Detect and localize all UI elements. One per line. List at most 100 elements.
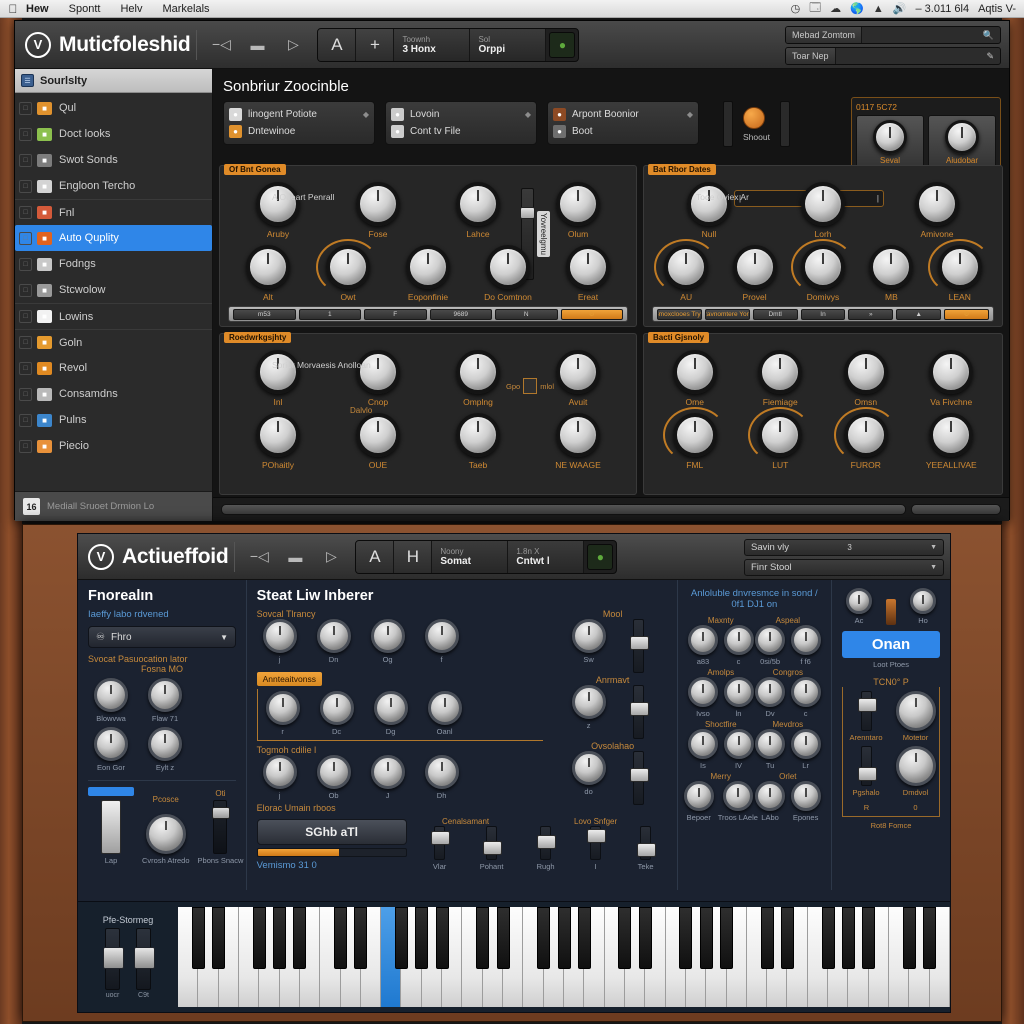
sidebar-item-3[interactable]: □ ■ Engloon Tercho: [15, 173, 212, 199]
black-key-22[interactable]: [638, 907, 652, 969]
snap-button[interactable]: H: [394, 540, 433, 573]
knob-cell-0[interactable]: a83: [687, 625, 719, 666]
knob[interactable]: [262, 619, 297, 653]
knob-cell-1[interactable]: LUT: [748, 407, 813, 470]
tempo-display[interactable]: Toownh 3 Honx: [394, 28, 471, 61]
black-key-18[interactable]: [557, 907, 571, 969]
black-key-35[interactable]: [902, 907, 916, 969]
knob-cell-1[interactable]: Cnop: [348, 350, 408, 407]
knob[interactable]: [427, 691, 462, 725]
knob[interactable]: [424, 755, 459, 789]
slot-track[interactable]: [537, 826, 557, 860]
knob-cell-1[interactable]: Owt: [316, 239, 380, 302]
toggle-switch[interactable]: [523, 378, 538, 394]
knob-cell-1[interactable]: Lorh: [793, 182, 853, 239]
strip-button-0[interactable]: Bmoxclooes Tryrf: [657, 308, 702, 320]
sidebar-footer[interactable]: 16 Mediall Sruoet Drmion Lo: [15, 491, 212, 521]
output-knob[interactable]: [895, 691, 936, 731]
knob[interactable]: [672, 413, 717, 457]
search-icon[interactable]: 🔍: [977, 30, 1000, 41]
knob-cell-0[interactable]: Tu: [754, 729, 786, 770]
slot-cap[interactable]: [857, 698, 877, 712]
knob[interactable]: [424, 619, 459, 653]
automation-button[interactable]: A: [318, 28, 357, 61]
knob[interactable]: [929, 413, 974, 457]
chevron-down-icon[interactable]: ▼: [930, 564, 937, 571]
knob[interactable]: [246, 245, 290, 289]
menu-item-2[interactable]: Helv: [120, 3, 142, 15]
black-key-19[interactable]: [577, 907, 591, 969]
dropbox-icon[interactable]: ▲: [873, 3, 884, 15]
link-icon[interactable]: −◁: [203, 36, 239, 53]
knob-cell-2-3[interactable]: Dh: [419, 755, 465, 800]
black-key-25[interactable]: [699, 907, 713, 969]
card-0[interactable]: ● linogent Potiote ◆ ● Dntewinoe: [223, 101, 375, 145]
card-row-1[interactable]: ● Cont tv File: [391, 123, 531, 140]
orb-control[interactable]: Shoout: [743, 106, 770, 142]
black-key-36[interactable]: [923, 907, 937, 969]
knob-cell-3[interactable]: Avuit: [548, 350, 608, 407]
knob[interactable]: [937, 245, 982, 289]
knob-cell-1[interactable]: Fiemiage: [750, 350, 810, 407]
pen-icon[interactable]: ✎: [980, 51, 1000, 62]
strip-button-5[interactable]: ▲: [896, 308, 942, 320]
master-knob[interactable]: [145, 814, 186, 854]
knob[interactable]: [316, 619, 351, 653]
knob[interactable]: [755, 677, 786, 707]
knob-cell-0[interactable]: Null: [679, 182, 739, 239]
knob-cell-0-1[interactable]: Dn: [311, 619, 357, 664]
horizontal-scrollbar-secondary[interactable]: [911, 504, 1001, 515]
knob[interactable]: [256, 182, 300, 226]
slot-fader[interactable]: Teke: [625, 826, 667, 871]
slider-icon[interactable]: ▬: [239, 37, 275, 53]
knob-cell-2[interactable]: FUROR: [833, 407, 898, 470]
knob[interactable]: [356, 350, 400, 394]
knob-cell-2-2[interactable]: J: [365, 755, 411, 800]
knob-cell-2[interactable]: Eoponfinie: [398, 245, 458, 302]
knob-cell-1[interactable]: Provel: [725, 245, 785, 302]
knob[interactable]: [790, 677, 821, 707]
mod-wheel[interactable]: [134, 928, 155, 990]
knob[interactable]: [732, 245, 777, 289]
knob-cell-0[interactable]: 0si/5b: [754, 625, 786, 666]
knob[interactable]: [326, 245, 370, 289]
knob[interactable]: [758, 350, 803, 394]
knob-cell[interactable]: Ac: [842, 588, 876, 625]
clock-icon[interactable]: ◷: [791, 2, 801, 15]
black-key-5[interactable]: [293, 907, 307, 969]
black-key-29[interactable]: [780, 907, 794, 969]
strip-button-1[interactable]: 1: [298, 308, 361, 320]
knob[interactable]: [556, 182, 600, 226]
knob[interactable]: [148, 678, 182, 712]
slot-cap[interactable]: [630, 768, 650, 782]
knob-icon[interactable]: [945, 120, 979, 154]
knob-cell[interactable]: Dmdvol: [894, 746, 937, 797]
chevron-down-icon[interactable]: ▼: [930, 544, 937, 551]
mini-fader[interactable]: [723, 101, 733, 147]
knob[interactable]: [664, 245, 709, 289]
pitch-wheel[interactable]: [103, 928, 124, 990]
knob-cell-2[interactable]: Domivys: [790, 239, 855, 302]
knob[interactable]: [256, 413, 300, 457]
knob[interactable]: [370, 755, 405, 789]
card-2[interactable]: ● Arpont Boonior ◆ ● Boot: [547, 101, 699, 145]
knob[interactable]: [316, 755, 351, 789]
knob-cell-2[interactable]: Omplng: [448, 350, 508, 407]
slot-cap[interactable]: [630, 636, 650, 650]
knob-cell-0[interactable]: Inl: [248, 350, 308, 407]
knob[interactable]: [319, 691, 354, 725]
globe-icon[interactable]: 🌎: [850, 2, 864, 15]
play-icon[interactable]: ▷: [275, 36, 311, 53]
slot-track[interactable]: [587, 826, 607, 860]
slot-track[interactable]: [431, 826, 451, 860]
small-knob[interactable]: [910, 588, 937, 614]
mini-fader-group-2[interactable]: [779, 101, 790, 147]
knob-cell-0-0[interactable]: j: [257, 619, 303, 664]
add-button[interactable]: +: [356, 28, 395, 61]
link-icon[interactable]: −◁: [241, 548, 277, 565]
knob-cell[interactable]: z: [566, 685, 612, 730]
knob[interactable]: [869, 245, 914, 289]
knob-cell-1[interactable]: Epones: [790, 781, 822, 822]
play-icon[interactable]: ▷: [313, 548, 349, 565]
slot-track[interactable]: [630, 751, 650, 805]
